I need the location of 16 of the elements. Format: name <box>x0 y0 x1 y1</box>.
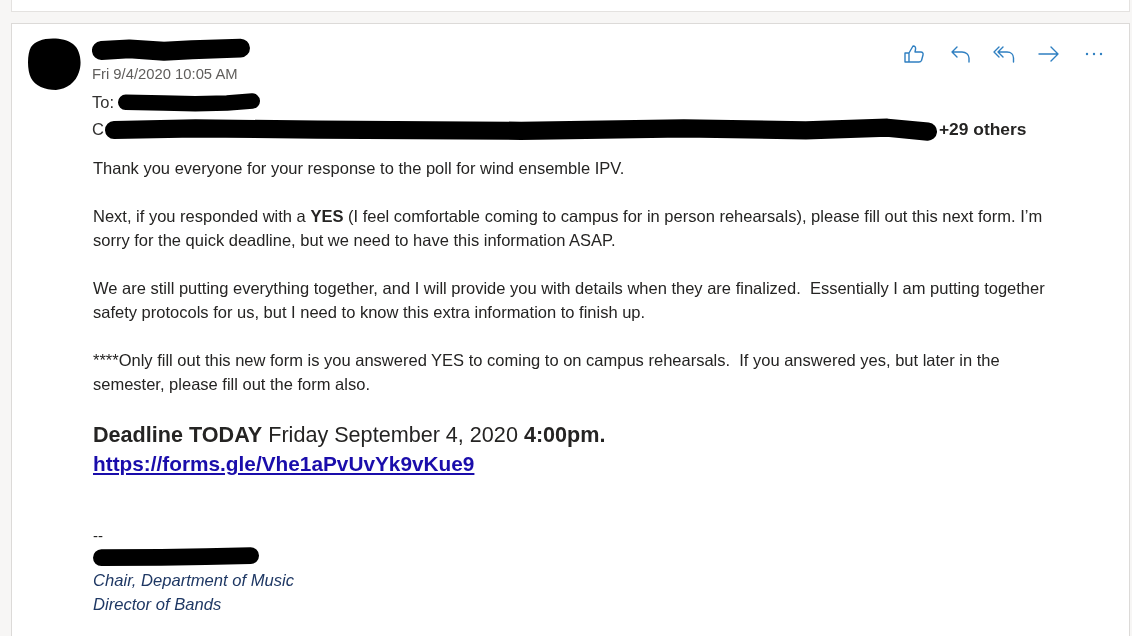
signature-line: Chair, Department of Music <box>93 570 295 592</box>
sent-date: Fri 9/4/2020 10:05 AM <box>92 65 238 83</box>
body-paragraph: We are still putting everything together, and I will provide you with details when they are finalized. Essentially I am putting together safety protocols for us, but I need to know this extra information to finish up. <box>93 278 1046 323</box>
body-paragraph: Thank you everyone for your response to the poll for wind ensemble IPV. <box>93 158 626 179</box>
signature-line: Director of Bands <box>93 594 222 616</box>
form-link[interactable]: https://forms.gle/Vhe1aPvUvYk9vKue9 <box>93 449 475 478</box>
body-paragraph: Next, if you responded with a YES (I feel comfortable coming to campus for in person rehearsals), please fill out this next form. I’m sorry for the quick deadline, but we need to have this information ASAP. <box>93 206 1044 251</box>
thumbs-up-icon <box>902 43 925 64</box>
more-icon <box>1084 51 1103 56</box>
to-label: To: <box>92 93 114 112</box>
recipients-count[interactable]: +29 others <box>938 119 1027 140</box>
deadline-text: Deadline TODAY Friday September 4, 2020 4:00pm. <box>93 421 606 449</box>
signature-separator: -- <box>93 527 103 545</box>
redacted-avatar <box>27 38 81 90</box>
body-paragraph: ****Only fill out this new form is you answered YES to coming to on campus rehearsals. If you answered yes, but later in the semester, please fill out the form also. <box>93 350 1001 395</box>
cc-label: C <box>92 120 104 139</box>
